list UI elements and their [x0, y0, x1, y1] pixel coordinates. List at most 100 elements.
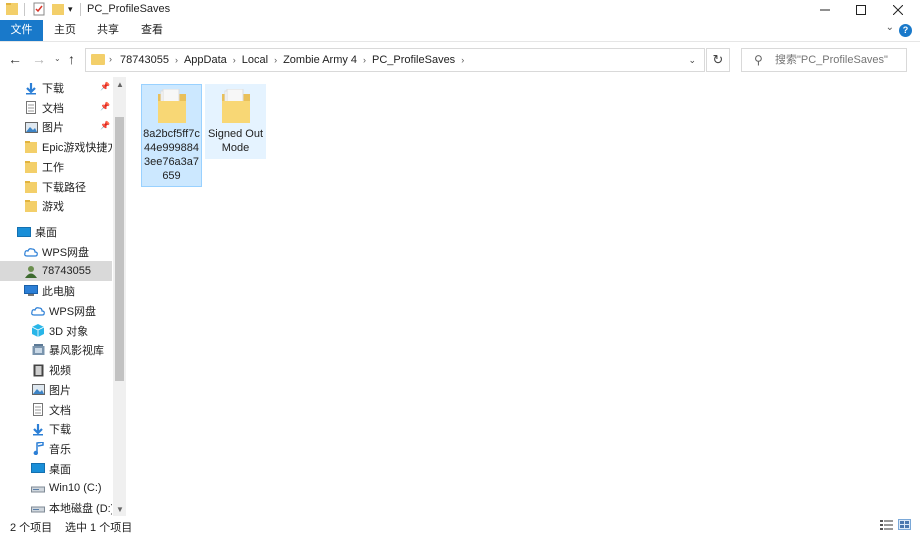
search-input[interactable]: [775, 54, 903, 66]
scrollbar-thumb[interactable]: [115, 117, 124, 381]
cloud-icon: [24, 245, 38, 259]
nav-item-label: 桌面: [49, 463, 71, 476]
chevron-right-icon[interactable]: ›: [175, 55, 178, 65]
document-icon: [24, 101, 38, 115]
chevron-down-icon[interactable]: ⌄: [688, 55, 696, 66]
nav-item-pc[interactable]: 3D 对象: [0, 321, 112, 341]
breadcrumb-item[interactable]: PC_ProfileSaves: [372, 54, 455, 66]
nav-item-pc[interactable]: 本地磁盘 (D:): [0, 498, 112, 516]
nav-item-pc[interactable]: 暴风影视库: [0, 340, 112, 360]
nav-item-label: 下载路径: [42, 181, 86, 194]
drive-icon: [31, 501, 45, 515]
up-icon[interactable]: ↑: [68, 51, 75, 67]
nav-item-quick-access[interactable]: 下载 📌: [0, 78, 112, 98]
search-box[interactable]: ⚲: [741, 48, 907, 72]
pin-icon: 📌: [100, 82, 110, 91]
nav-item-label: 78743055: [42, 265, 91, 277]
maximize-button[interactable]: [842, 0, 879, 20]
breadcrumb-item[interactable]: Zombie Army 4: [283, 54, 357, 66]
breadcrumb: 78743055 › AppData › Local › Zombie Army 4 › PC_…: [120, 54, 470, 66]
nav-item-quick-access[interactable]: 工作: [0, 157, 112, 177]
chevron-right-icon[interactable]: ›: [274, 55, 277, 65]
picture-icon: [24, 120, 38, 134]
item-count: 2 个项目: [10, 522, 53, 533]
nav-item-label: 图片: [49, 384, 71, 397]
chevron-right-icon[interactable]: ›: [233, 55, 236, 65]
nav-item-pc[interactable]: 桌面: [0, 459, 112, 479]
maximize-icon: [855, 5, 866, 15]
nav-item-quick-access[interactable]: Epic游戏快捷方式: [0, 137, 112, 157]
pin-icon: 📌: [100, 121, 110, 131]
picture-icon: [31, 383, 45, 397]
refresh-button[interactable]: ↻: [706, 48, 730, 72]
tab-view[interactable]: 查看: [137, 20, 167, 41]
folder-icon: [24, 140, 38, 154]
folder-icon: [24, 180, 38, 194]
chevron-right-icon[interactable]: ›: [363, 55, 366, 65]
breadcrumb-item[interactable]: 78743055: [120, 54, 169, 66]
scroll-up-icon[interactable]: ▲: [116, 80, 124, 89]
folder-item[interactable]: 8a2bcf5ff7c44e9998843ee76a3a7659: [141, 84, 202, 187]
tab-file[interactable]: 文件: [0, 20, 43, 41]
breadcrumb-item[interactable]: AppData: [184, 54, 227, 66]
drive-icon: [31, 481, 45, 495]
chevron-right-icon[interactable]: ›: [461, 55, 464, 65]
forward-icon[interactable]: →: [32, 51, 46, 67]
minimize-button[interactable]: [806, 0, 843, 20]
expand-ribbon-icon[interactable]: ⌄: [886, 22, 894, 33]
nav-item-label: 桌面: [35, 227, 57, 239]
close-icon: [892, 5, 903, 15]
nav-item-user[interactable]: 78743055: [0, 261, 112, 281]
close-button[interactable]: [879, 0, 916, 20]
title-bar: ▾ PC_ProfileSaves: [0, 0, 920, 20]
cube-icon: [31, 324, 45, 338]
folder-icon[interactable]: [6, 2, 18, 19]
nav-item-quick-access[interactable]: 文档 📌: [0, 98, 112, 118]
nav-item-desktop[interactable]: 桌面: [0, 222, 112, 242]
details-view-icon[interactable]: [880, 519, 893, 530]
folder-item[interactable]: Signed Out Mode: [205, 84, 266, 159]
media-library-icon: [31, 343, 45, 357]
minimize-icon: [819, 9, 830, 11]
back-icon[interactable]: ←: [8, 51, 22, 67]
folder-icon: [24, 199, 38, 213]
nav-item-pc[interactable]: 文档: [0, 400, 112, 420]
recent-locations-icon[interactable]: ⌄: [54, 54, 61, 63]
nav-item-wps-cloud[interactable]: WPS网盘: [0, 242, 112, 262]
nav-item-label: 音乐: [49, 443, 71, 456]
nav-item-label: 图片: [42, 122, 64, 135]
nav-item-label: WPS网盘: [49, 306, 97, 318]
nav-item-pc[interactable]: 下载: [0, 419, 112, 439]
window-title: PC_ProfileSaves: [87, 3, 171, 15]
nav-item-label: 游戏: [42, 201, 64, 214]
folder-icon: [91, 54, 105, 65]
help-icon[interactable]: ?: [899, 24, 912, 37]
nav-item-pc[interactable]: WPS网盘: [0, 301, 112, 321]
desktop-icon: [17, 225, 31, 239]
nav-item-quick-access[interactable]: 图片 📌: [0, 117, 112, 137]
nav-item-label: 下载: [49, 424, 71, 437]
large-icons-view-icon[interactable]: [898, 519, 911, 530]
nav-item-label: 暴风影视库: [49, 345, 104, 358]
nav-item-pc[interactable]: Win10 (C:): [0, 478, 112, 498]
tab-home[interactable]: 主页: [50, 20, 80, 41]
scroll-down-icon[interactable]: ▼: [116, 505, 124, 514]
nav-item-pc[interactable]: 图片: [0, 380, 112, 400]
nav-item-this-pc[interactable]: 此电脑: [0, 281, 112, 301]
nav-item-pc[interactable]: 视频: [0, 360, 112, 380]
tab-share[interactable]: 共享: [93, 20, 123, 41]
nav-item-pc[interactable]: 音乐: [0, 439, 112, 459]
new-folder-icon[interactable]: [52, 2, 64, 19]
nav-item-quick-access[interactable]: 游戏: [0, 196, 112, 216]
ribbon: 文件 主页 共享 查看 ⌄ ?: [0, 20, 920, 42]
properties-icon[interactable]: [33, 2, 45, 19]
address-bar[interactable]: › 78743055 › AppData › Local › Zombie Army 4 › P…: [85, 48, 705, 72]
customize-quick-access-icon[interactable]: ▾: [68, 4, 73, 15]
breadcrumb-item[interactable]: Local: [242, 54, 268, 66]
nav-item-quick-access[interactable]: 下载路径: [0, 177, 112, 197]
cloud-icon: [31, 304, 45, 318]
user-icon: [24, 264, 38, 278]
pin-icon: 📌: [100, 101, 110, 111]
music-icon: [31, 442, 45, 456]
nav-scrollbar[interactable]: ▲ ▼: [113, 77, 126, 516]
